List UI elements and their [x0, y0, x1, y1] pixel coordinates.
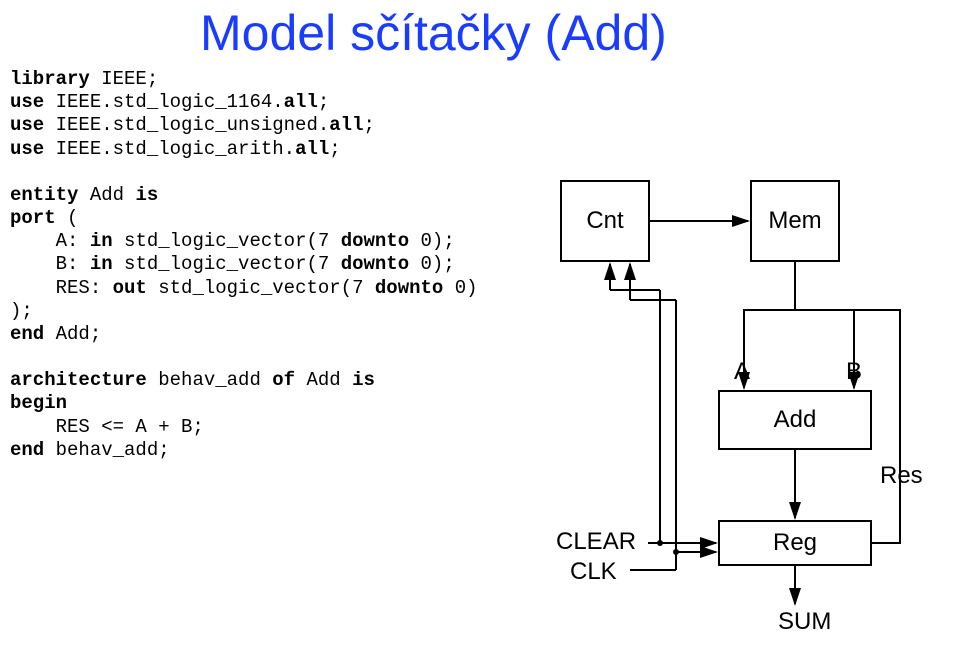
code-text: (	[67, 207, 78, 229]
kw-end: end	[10, 323, 56, 345]
code-text: std_logic_vector(7	[147, 277, 375, 299]
code-text: ;	[318, 91, 329, 113]
add-block: Add	[718, 390, 872, 450]
code-text: IEEE;	[101, 68, 158, 90]
code-text: 0);	[409, 253, 455, 275]
code-text: IEEE.std_logic_arith.	[56, 138, 295, 160]
kw-library: library	[10, 68, 101, 90]
kw-architecture: architecture	[10, 369, 158, 391]
kw-is: is	[352, 369, 375, 391]
kw-downto: downto	[341, 230, 409, 252]
code-text: std_logic_vector(7	[113, 253, 341, 275]
label-b: B	[846, 358, 862, 386]
cnt-block: Cnt	[560, 180, 650, 262]
code-text: RES:	[10, 277, 113, 299]
kw-entity: entity	[10, 184, 90, 206]
code-text: behav_add	[158, 369, 272, 391]
kw-is: is	[135, 184, 158, 206]
code-text: ;	[329, 138, 340, 160]
code-text: Add	[306, 369, 352, 391]
reg-block: Reg	[718, 520, 872, 566]
label-sum: SUM	[778, 608, 831, 636]
code-text: IEEE.std_logic_unsigned.	[56, 114, 330, 136]
kw-downto: downto	[375, 277, 443, 299]
vhdl-code: library IEEE; use IEEE.std_logic_1164.al…	[10, 68, 478, 462]
kw-begin: begin	[10, 392, 67, 414]
label-clear: CLEAR	[556, 528, 636, 556]
kw-port: port	[10, 207, 67, 229]
code-text: );	[10, 300, 33, 322]
code-text: RES <= A + B;	[10, 416, 204, 438]
label-a: A	[734, 358, 750, 386]
label-clk: CLK	[570, 558, 617, 586]
code-text: std_logic_vector(7	[113, 230, 341, 252]
kw-use: use	[10, 138, 56, 160]
kw-all: all	[284, 91, 318, 113]
label-res: Res	[880, 462, 923, 490]
code-text: Add	[90, 184, 136, 206]
kw-in: in	[90, 230, 113, 252]
kw-use: use	[10, 114, 56, 136]
mem-block: Mem	[750, 180, 840, 262]
code-text: Add;	[56, 323, 102, 345]
kw-use: use	[10, 91, 56, 113]
code-text: ;	[363, 114, 374, 136]
kw-downto: downto	[341, 253, 409, 275]
kw-out: out	[113, 277, 147, 299]
code-text: A:	[10, 230, 90, 252]
code-text: IEEE.std_logic_1164.	[56, 91, 284, 113]
code-text: B:	[10, 253, 90, 275]
kw-of: of	[272, 369, 306, 391]
page-title: Model sčítačky (Add)	[200, 4, 667, 62]
block-diagram: Cnt Mem Add Reg A B Res SUM CLEAR CLK	[560, 170, 960, 650]
kw-all: all	[295, 138, 329, 160]
code-text: 0)	[443, 277, 477, 299]
code-text: behav_add;	[56, 439, 170, 461]
kw-all: all	[329, 114, 363, 136]
kw-end: end	[10, 439, 56, 461]
code-text: 0);	[409, 230, 455, 252]
kw-in: in	[90, 253, 113, 275]
